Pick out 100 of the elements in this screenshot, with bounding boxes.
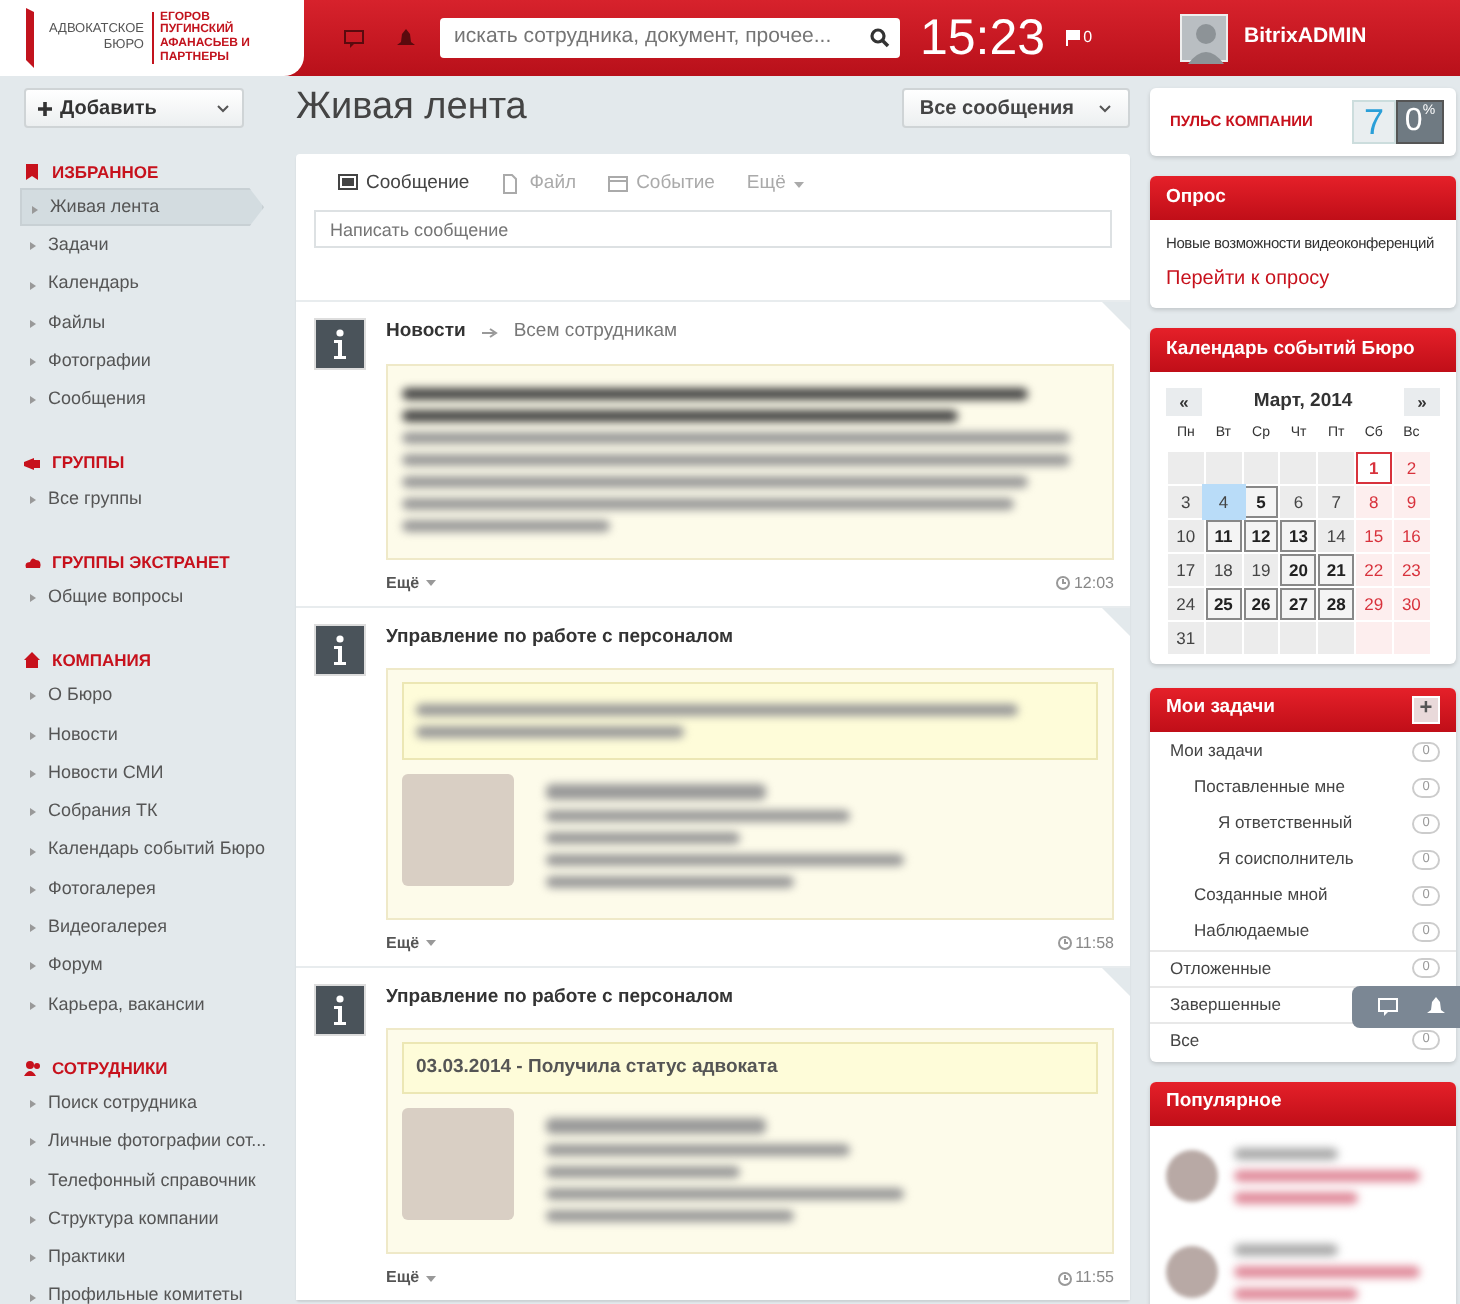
post-recipient[interactable]: Всем сотрудникам xyxy=(513,318,678,347)
user-name[interactable]: BitrixADMIN xyxy=(1244,22,1367,54)
calendar-day[interactable]: 28 xyxy=(1318,587,1354,620)
sidebar-item[interactable]: Видеогалерея xyxy=(20,908,264,947)
bell-icon[interactable] xyxy=(396,28,416,48)
search-field[interactable]: искать сотрудника, документ, прочее... xyxy=(440,18,900,58)
chat-icon[interactable] xyxy=(344,29,364,47)
more-link[interactable]: Ещё xyxy=(386,931,436,956)
megaphone-icon xyxy=(24,455,42,472)
calendar-day[interactable]: 17 xyxy=(1168,555,1204,584)
chat-icon[interactable] xyxy=(1378,997,1398,1016)
arrow-icon xyxy=(481,327,498,338)
sidebar-item[interactable]: Сообщения xyxy=(20,380,264,420)
calendar-day[interactable]: 27 xyxy=(1280,587,1317,620)
sidebar-item[interactable]: Все группы xyxy=(20,479,264,519)
task-filter-link[interactable]: Все xyxy=(1170,1027,1200,1053)
calendar-day[interactable]: 20 xyxy=(1280,553,1317,586)
clock-icon xyxy=(1057,936,1072,951)
calendar-day[interactable]: 15 xyxy=(1355,521,1392,550)
more-link[interactable]: Ещё xyxy=(386,571,436,595)
info-icon xyxy=(314,318,366,371)
sidebar-item[interactable]: Новости xyxy=(20,715,264,754)
sidebar-item[interactable]: Форум xyxy=(20,946,264,986)
calendar-day[interactable]: 4 xyxy=(1205,487,1242,516)
calendar-day[interactable]: 30 xyxy=(1393,589,1430,618)
sidebar-item[interactable]: Календарь xyxy=(20,265,264,304)
section-heading: КОМПАНИЯ xyxy=(52,648,151,674)
section-heading: ГРУППЫ ЭКСТРАНЕТ xyxy=(52,549,230,575)
bell-icon[interactable] xyxy=(1426,996,1446,1017)
next-month-button[interactable]: » xyxy=(1404,387,1440,416)
task-filter-link[interactable]: Поставленные мне xyxy=(1194,774,1345,800)
sidebar-item[interactable]: Структура компании xyxy=(20,1199,264,1239)
task-filter-link[interactable]: Я ответственный xyxy=(1218,810,1353,836)
calendar-day[interactable]: 31 xyxy=(1168,623,1204,652)
cloud-icon xyxy=(24,554,42,571)
clock-time: 15:23 xyxy=(920,13,1046,63)
caret-icon xyxy=(793,181,804,188)
notification-count: 0 xyxy=(1083,26,1093,50)
sidebar-item[interactable]: Карьера, вакансии xyxy=(20,985,264,1025)
calendar-day[interactable]: 8 xyxy=(1355,487,1392,516)
caret-icon xyxy=(425,1275,436,1282)
task-filter-link[interactable]: Наблюдаемые xyxy=(1194,918,1310,944)
post-author[interactable]: Управление по работе с персоналом xyxy=(386,623,734,652)
task-filter-link[interactable]: Созданные мной xyxy=(1194,882,1328,908)
caret-icon xyxy=(425,940,436,947)
calendar-day[interactable]: 29 xyxy=(1355,589,1392,618)
calendar-day[interactable]: 21 xyxy=(1318,553,1354,586)
calendar-day[interactable]: 13 xyxy=(1280,519,1317,552)
calendar-day[interactable]: 9 xyxy=(1393,487,1430,516)
message-input[interactable]: Написать сообщение xyxy=(314,210,1112,249)
clock-icon xyxy=(1055,576,1070,590)
sidebar-item[interactable]: Живая лента xyxy=(20,188,264,227)
post-time: 11:55 xyxy=(1075,1266,1114,1291)
sidebar-item[interactable]: Фотографии xyxy=(20,342,264,381)
sidebar-item[interactable]: Поиск сотрудника xyxy=(20,1084,264,1123)
sidebar-item[interactable]: Задачи xyxy=(20,226,264,266)
calendar-day[interactable]: 24 xyxy=(1168,589,1204,618)
bookmark-icon xyxy=(24,164,42,180)
sidebar-item[interactable]: Календарь событий Бюро xyxy=(20,831,264,870)
prev-month-button[interactable]: « xyxy=(1166,387,1202,416)
post-author[interactable]: Новости xyxy=(386,318,466,347)
more-link[interactable]: Ещё xyxy=(386,1266,436,1291)
sidebar-item[interactable]: Новости СМИ xyxy=(20,753,264,793)
calendar-day[interactable]: 10 xyxy=(1168,521,1204,550)
flag-icon[interactable] xyxy=(1065,30,1080,46)
calendar-day[interactable]: 6 xyxy=(1280,487,1317,516)
calendar-day[interactable]: 23 xyxy=(1393,555,1430,584)
composer-tab[interactable]: Сообщение xyxy=(338,170,470,199)
sidebar-item[interactable]: О Бюро xyxy=(20,676,264,716)
sidebar-item[interactable]: Телефонный справочник xyxy=(20,1161,264,1200)
logo-mark-icon xyxy=(24,8,36,68)
sidebar-item[interactable]: Собрания ТК xyxy=(20,792,264,832)
sidebar-item[interactable]: Фотогалерея xyxy=(20,869,264,909)
calendar-day[interactable]: 2 xyxy=(1393,453,1430,482)
section-heading: ГРУППЫ xyxy=(52,450,125,477)
widget-title: Опрос xyxy=(1150,176,1456,220)
sidebar-item[interactable]: Общие вопросы xyxy=(20,578,264,617)
calendar-day[interactable]: 16 xyxy=(1393,521,1430,550)
photo-placeholder xyxy=(402,773,514,886)
filter-dropdown[interactable]: Все сообщения xyxy=(901,88,1130,128)
post-author[interactable]: Управление по работе с персоналом xyxy=(386,983,734,1012)
calendar-day[interactable]: 19 xyxy=(1243,555,1279,584)
task-filter-link[interactable]: Отложенные xyxy=(1170,955,1272,981)
task-filter-link[interactable]: Мои задачи xyxy=(1170,738,1263,764)
task-filter-link[interactable]: Завершенные xyxy=(1170,991,1282,1017)
month-title: Март, 2014 xyxy=(1253,387,1353,416)
poll-link[interactable]: Перейти к опросу xyxy=(1166,263,1440,294)
sidebar-item[interactable]: Практики xyxy=(20,1238,264,1278)
add-task-button[interactable]: + xyxy=(1412,695,1440,724)
calendar-day[interactable]: 14 xyxy=(1318,521,1354,550)
calendar-day[interactable]: 22 xyxy=(1355,555,1392,584)
calendar-day[interactable]: 3 xyxy=(1168,487,1204,516)
clock-icon xyxy=(1057,1271,1072,1286)
sidebar-item[interactable]: Личные фотографии сот... xyxy=(20,1122,264,1162)
calendar-day[interactable]: 7 xyxy=(1318,487,1354,516)
sidebar-item[interactable]: Профильные комитеты xyxy=(20,1277,264,1304)
task-filter-link[interactable]: Я соисполнитель xyxy=(1218,846,1354,872)
calendar-day[interactable]: 18 xyxy=(1205,555,1242,584)
add-button[interactable]: Добавить xyxy=(24,88,244,128)
sidebar-item[interactable]: Файлы xyxy=(20,303,264,343)
